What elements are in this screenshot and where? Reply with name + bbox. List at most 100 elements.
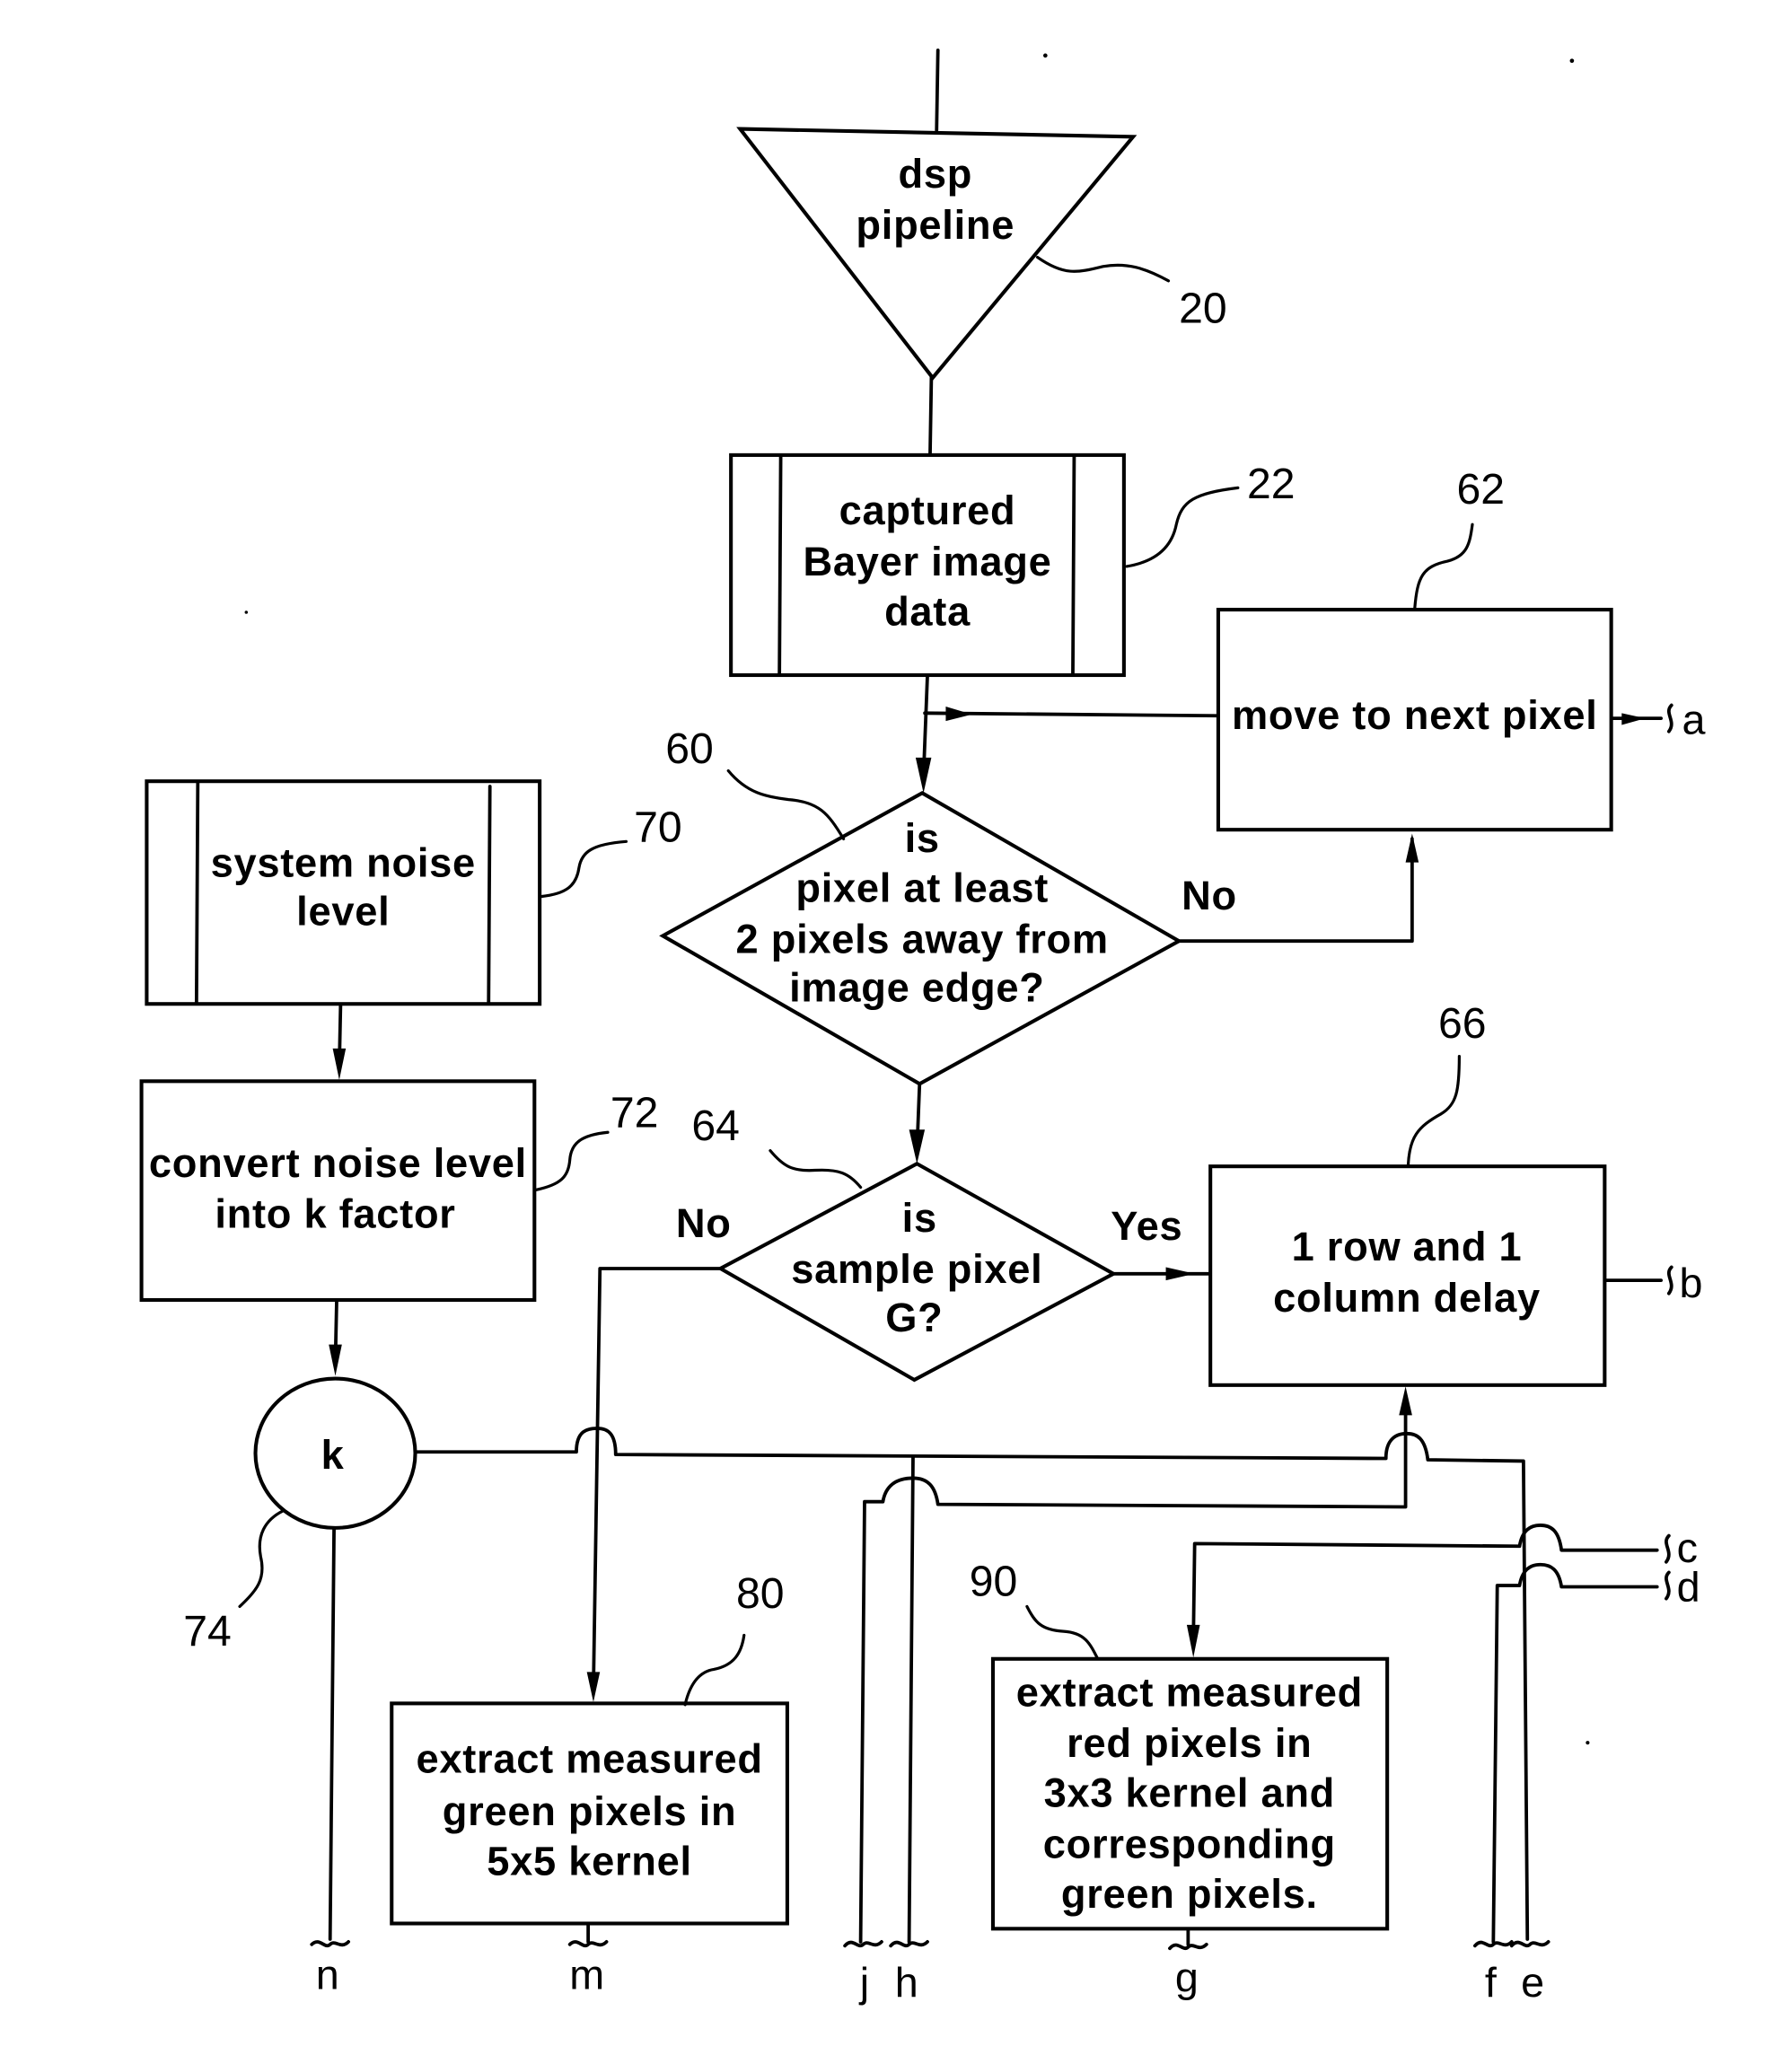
node-text: data	[884, 589, 971, 635]
leader-line	[534, 1130, 610, 1192]
connector-d-line	[1491, 1562, 1659, 1944]
node-text: convert noise level	[149, 1140, 527, 1186]
edge-label-no: No	[1181, 873, 1237, 918]
node-text: corresponding	[1043, 1822, 1336, 1867]
break-mark	[889, 1940, 929, 1948]
leader-line	[1406, 1054, 1462, 1167]
node-text: is	[902, 1195, 937, 1241]
leader-line	[1025, 1604, 1100, 1661]
break-mark	[1666, 703, 1673, 733]
node-red-extract: extract measured red pixels in 3x3 kerne…	[970, 1558, 1390, 1931]
reference-number: 22	[1247, 460, 1296, 508]
reference-number: 74	[183, 1607, 232, 1655]
node-dsp-pipeline: dsp pipeline 20	[736, 48, 1227, 382]
reference-number: 66	[1438, 999, 1487, 1048]
node-text: red pixels in	[1067, 1720, 1312, 1766]
arrowhead	[909, 1129, 926, 1164]
break-mark	[1665, 1570, 1671, 1601]
connector-label-h: h	[895, 1959, 918, 2006]
leader-line	[683, 1633, 746, 1707]
input-line	[935, 48, 940, 132]
connector-n-line	[328, 1525, 336, 1941]
box-side-bar	[1071, 454, 1076, 676]
node-text: G?	[885, 1295, 943, 1340]
arrowhead	[1621, 713, 1646, 725]
reference-number: 80	[736, 1569, 785, 1618]
arrowhead	[1405, 833, 1419, 863]
reference-number: 90	[970, 1558, 1018, 1606]
node-text: system noise	[211, 840, 476, 886]
node-text: green pixels.	[1061, 1871, 1318, 1917]
reference-number: 64	[691, 1102, 740, 1150]
scan-speck	[244, 610, 249, 614]
node-text: sample pixel	[791, 1246, 1042, 1292]
leader-line	[1413, 523, 1474, 610]
scan-speck	[1569, 58, 1575, 64]
connector-label-f: f	[1485, 1959, 1498, 2006]
break-mark	[1509, 1940, 1550, 1948]
leader-line	[238, 1509, 285, 1609]
edge-label-yes: Yes	[1111, 1203, 1182, 1249]
node-text: dsp	[898, 151, 972, 197]
node-text: pixel at least	[795, 865, 1049, 910]
box-side-bar	[777, 454, 783, 676]
reference-number: 20	[1179, 285, 1227, 333]
break-mark	[1168, 1942, 1208, 1951]
node-text: k	[321, 1432, 345, 1478]
break-mark	[1665, 1533, 1671, 1564]
node-text: image edge?	[789, 964, 1044, 1010]
node-text: 1 row and 1	[1292, 1224, 1523, 1269]
node-next-pixel: move to next pixel 62	[1216, 465, 1613, 832]
reference-number: 60	[665, 725, 714, 773]
break-mark	[567, 1940, 609, 1948]
node-text: into k factor	[215, 1191, 455, 1237]
leader-line	[1125, 486, 1240, 568]
node-k-factor: convert noise level into k factor 72	[139, 1079, 659, 1303]
connector-label-j: j	[858, 1959, 869, 2006]
connector-label-g: g	[1175, 1954, 1199, 2000]
leader-line	[769, 1149, 863, 1190]
node-k: k 74	[183, 1376, 417, 1655]
node-text: extract measured	[1016, 1669, 1363, 1715]
flowchart-diagram: dsp pipeline 20 captured Bayer image dat…	[139, 48, 1705, 2006]
connector-label-b: b	[1680, 1260, 1703, 1306]
leader-line	[1035, 255, 1171, 283]
arrowhead	[945, 707, 972, 722]
break-mark	[1666, 1265, 1673, 1295]
flow-line	[928, 375, 934, 459]
node-text: column delay	[1273, 1275, 1541, 1321]
node-text: 5x5 kernel	[487, 1839, 692, 1884]
reference-number: 72	[611, 1088, 659, 1137]
connector-c-line	[1191, 1524, 1659, 1643]
flow-line	[592, 1267, 723, 1692]
arrowhead	[1186, 1624, 1200, 1658]
break-mark	[310, 1940, 351, 1948]
node-delay: 1 row and 1 column delay 66	[1208, 999, 1607, 1387]
arrowhead	[1399, 1386, 1412, 1416]
connector-label-d: d	[1677, 1564, 1700, 1611]
break-mark	[843, 1940, 883, 1948]
arrowhead	[915, 757, 932, 794]
node-text: extract measured	[416, 1736, 762, 1782]
scan-speck	[1042, 53, 1048, 58]
box-side-bar	[194, 780, 200, 1005]
edge-label-no: No	[676, 1200, 732, 1246]
node-text: Bayer image	[804, 539, 1052, 584]
node-text: green pixels in	[443, 1788, 737, 1834]
connector-label-e: e	[1521, 1959, 1544, 2006]
node-noise-level: system noise level 70	[145, 779, 682, 1006]
scan-speck	[1586, 1741, 1590, 1745]
node-text: 3x3 kernel and	[1044, 1770, 1335, 1816]
connector-label-m: m	[569, 1951, 604, 1998]
arrowhead	[332, 1048, 347, 1080]
arrowhead	[1165, 1267, 1195, 1281]
node-text: move to next pixel	[1232, 692, 1598, 738]
node-text: level	[296, 889, 390, 935]
node-text: captured	[839, 487, 1016, 533]
reference-number: 70	[634, 803, 682, 851]
reference-number: 62	[1456, 465, 1505, 514]
leader-line	[726, 768, 846, 840]
node-text: 2 pixels away from	[736, 916, 1109, 962]
node-bayer-data: captured Bayer image data 22	[729, 452, 1296, 678]
connector-h-line	[907, 1455, 915, 1944]
